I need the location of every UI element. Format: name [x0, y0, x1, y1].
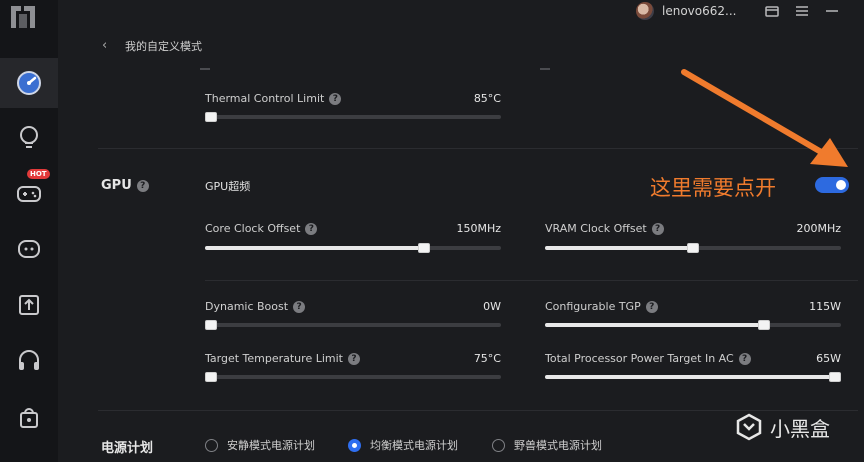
- configurable-tgp-value: 115W: [809, 300, 841, 313]
- minimize-icon[interactable]: [824, 3, 840, 19]
- slider-thumb[interactable]: [205, 112, 217, 122]
- slider-thumb[interactable]: [205, 372, 217, 382]
- menu-icon[interactable]: [794, 3, 810, 19]
- target-temp-slider[interactable]: [205, 372, 501, 382]
- gpu-section-label-text: GPU: [101, 178, 132, 193]
- performance-gauge-icon: [17, 71, 41, 95]
- headset-icon: [19, 350, 39, 370]
- slider-thumb[interactable]: [829, 372, 841, 382]
- sidebar-item-community[interactable]: [0, 225, 58, 275]
- user-profile[interactable]: lenovo662...: [636, 0, 736, 22]
- sidebar-item-apps[interactable]: [0, 280, 58, 330]
- annotation-arrow: [681, 69, 848, 167]
- thermal-limit-slider[interactable]: [205, 112, 501, 122]
- radio-label: 均衡模式电源计划: [370, 439, 458, 452]
- username: lenovo662...: [662, 4, 737, 18]
- power-plan-option-performance[interactable]: 野兽模式电源计划: [492, 437, 602, 453]
- power-plan-option-balanced[interactable]: 均衡模式电源计划: [348, 437, 458, 453]
- sidebar-item-audio[interactable]: [0, 336, 58, 386]
- thermal-limit-value: 85°C: [473, 92, 501, 105]
- target-temp-label-text: Target Temperature Limit: [205, 352, 343, 365]
- sidebar: HOT: [0, 0, 58, 462]
- core-clock-slider[interactable]: [205, 243, 501, 253]
- annotation-text: 这里需要点开: [650, 176, 776, 200]
- back-button[interactable]: ‹: [102, 38, 114, 54]
- shopping-bag-icon: [20, 408, 38, 428]
- help-icon[interactable]: ?: [738, 353, 751, 365]
- radio-button[interactable]: [348, 438, 361, 452]
- configurable-tgp-slider[interactable]: [545, 320, 841, 330]
- watermark-text: 小黑盒: [770, 416, 830, 441]
- chat-bubble-icon: [18, 240, 40, 258]
- thermal-limit-label-text: Thermal Control Limit: [205, 92, 325, 105]
- gpu-overclock-label: GPU超频: [205, 180, 251, 193]
- gpu-section-label: GPU?: [101, 178, 149, 193]
- dynamic-boost-value: 0W: [483, 300, 501, 313]
- power-plan-label: 电源计划: [101, 441, 154, 456]
- configurable-tgp-label: Configurable TGP?: [545, 300, 658, 313]
- radio-button[interactable]: [205, 438, 218, 452]
- dynamic-boost-slider[interactable]: [205, 320, 501, 330]
- gpu-overclock-toggle[interactable]: [815, 177, 849, 193]
- target-temp-value: 75°C: [473, 352, 501, 365]
- avatar[interactable]: [636, 2, 654, 20]
- slider-thumb[interactable]: [758, 320, 770, 330]
- slider-thumb[interactable]: [687, 243, 699, 253]
- help-icon[interactable]: ?: [136, 180, 149, 192]
- divider: [98, 410, 858, 411]
- core-clock-value: 150MHz: [456, 222, 501, 235]
- vram-clock-label-text: VRAM Clock Offset: [545, 222, 647, 235]
- slider-thumb[interactable]: [205, 320, 217, 330]
- scroll-fade-mark: [200, 68, 210, 70]
- legion-logo: [11, 6, 35, 28]
- gamepad-icon: [17, 186, 41, 202]
- help-icon[interactable]: ?: [645, 301, 658, 313]
- scroll-fade-mark: [540, 68, 550, 70]
- help-icon[interactable]: ?: [305, 223, 318, 235]
- sidebar-item-store[interactable]: [0, 392, 58, 442]
- watermark: 小黑盒: [734, 412, 830, 442]
- core-clock-label: Core Clock Offset?: [205, 222, 318, 235]
- total-power-label: Total Processor Power Target In AC?: [545, 352, 751, 365]
- divider: [205, 280, 858, 281]
- radio-label: 野兽模式电源计划: [514, 439, 602, 452]
- radio-button[interactable]: [492, 438, 505, 452]
- dynamic-boost-label-text: Dynamic Boost: [205, 300, 289, 313]
- heybox-logo-icon: [736, 413, 762, 441]
- help-icon[interactable]: ?: [329, 93, 342, 105]
- thermal-limit-label: Thermal Control Limit?: [205, 92, 342, 105]
- help-icon[interactable]: ?: [651, 223, 664, 235]
- page-title: 我的自定义模式: [125, 40, 202, 53]
- dynamic-boost-label: Dynamic Boost?: [205, 300, 306, 313]
- configurable-tgp-label-text: Configurable TGP: [545, 300, 641, 313]
- hot-badge: HOT: [27, 169, 50, 179]
- target-temp-label: Target Temperature Limit?: [205, 352, 360, 365]
- main-panel: lenovo662... ‹ 我的自定义模式 Thermal Control L…: [58, 0, 864, 462]
- help-icon[interactable]: ?: [293, 301, 306, 313]
- vram-clock-slider[interactable]: [545, 243, 841, 253]
- help-icon[interactable]: ?: [347, 353, 360, 365]
- total-power-label-text: Total Processor Power Target In AC: [545, 352, 734, 365]
- total-power-value: 65W: [816, 352, 841, 365]
- slider-thumb[interactable]: [418, 243, 430, 253]
- sidebar-item-performance[interactable]: [0, 58, 58, 108]
- upload-box-icon: [19, 295, 39, 315]
- power-plan-option-quiet[interactable]: 安静模式电源计划: [205, 437, 315, 453]
- sidebar-item-lighting[interactable]: [0, 112, 58, 162]
- total-power-slider[interactable]: [545, 372, 841, 382]
- core-clock-label-text: Core Clock Offset: [205, 222, 301, 235]
- sidebar-item-games[interactable]: HOT: [0, 168, 58, 218]
- vram-clock-label: VRAM Clock Offset?: [545, 222, 664, 235]
- vram-clock-value: 200MHz: [796, 222, 841, 235]
- radio-label: 安静模式电源计划: [227, 439, 315, 452]
- gift-box-icon[interactable]: [764, 3, 780, 19]
- lightbulb-icon: [20, 126, 38, 148]
- toggle-knob: [836, 180, 846, 190]
